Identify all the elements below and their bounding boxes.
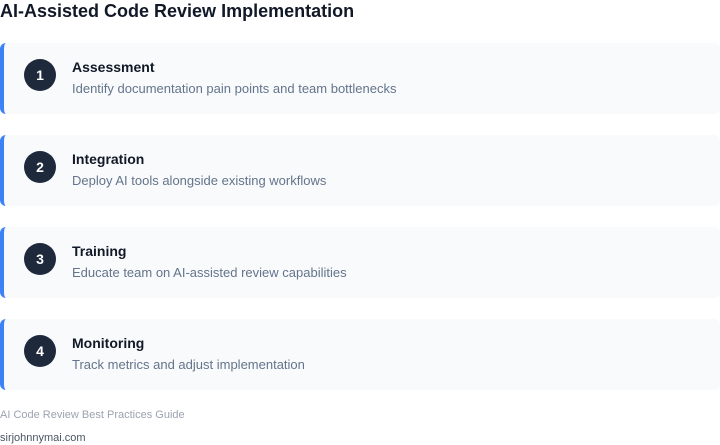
step-list: 1 Assessment Identify documentation pain… xyxy=(0,43,720,390)
step-number-badge: 1 xyxy=(24,59,56,91)
footer-caption: AI Code Review Best Practices Guide xyxy=(0,409,185,421)
step-description: Identify documentation pain points and t… xyxy=(72,81,397,96)
step-description: Track metrics and adjust implementation xyxy=(72,357,305,372)
step-title: Monitoring xyxy=(72,335,145,351)
step-title: Integration xyxy=(72,151,145,167)
step-title: Training xyxy=(72,243,127,259)
step-number-badge: 3 xyxy=(24,243,56,275)
step-number-badge: 4 xyxy=(24,335,56,367)
step-description: Deploy AI tools alongside existing workf… xyxy=(72,173,327,188)
step-card-assessment: 1 Assessment Identify documentation pain… xyxy=(0,43,720,114)
page-title: AI-Assisted Code Review Implementation xyxy=(0,1,355,21)
step-card-training: 3 Training Educate team on AI-assisted r… xyxy=(0,227,720,298)
step-card-monitoring: 4 Monitoring Track metrics and adjust im… xyxy=(0,319,720,390)
step-card-integration: 2 Integration Deploy AI tools alongside … xyxy=(0,135,720,206)
step-title: Assessment xyxy=(72,59,155,75)
footer-credit-link[interactable]: sirjohnnymai.com xyxy=(0,432,86,445)
step-description: Educate team on AI-assisted review capab… xyxy=(72,265,347,280)
step-number-badge: 2 xyxy=(24,151,56,183)
